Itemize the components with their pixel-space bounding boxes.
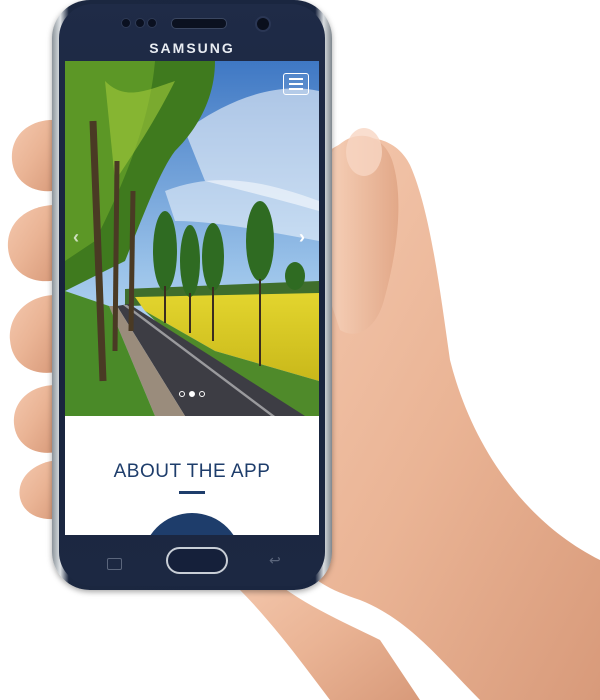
carousel-dot[interactable]	[179, 391, 185, 397]
light-sensor	[135, 18, 145, 28]
menu-line	[289, 83, 303, 85]
landscape-image	[65, 61, 319, 416]
section-title: ABOUT THE APP	[113, 461, 271, 482]
menu-line	[289, 88, 303, 90]
carousel-next-arrow[interactable]: ›	[299, 227, 305, 248]
phone-body: SAMSUNG ‹ › ABOUT THE APP ↩	[59, 4, 325, 586]
home-button[interactable]	[166, 547, 228, 574]
sensor-dot	[147, 18, 157, 28]
brand-logo: SAMSUNG	[149, 40, 235, 56]
back-key[interactable]: ↩	[269, 552, 281, 569]
hero-carousel[interactable]: ‹ ›	[65, 61, 319, 416]
circle-decoration	[142, 513, 242, 535]
carousel-dot[interactable]	[199, 391, 205, 397]
recent-apps-key[interactable]	[107, 558, 122, 570]
app-screen: ‹ › ABOUT THE APP	[65, 61, 319, 535]
carousel-dot-active[interactable]	[189, 391, 195, 397]
earpiece-speaker	[171, 18, 227, 29]
carousel-prev-arrow[interactable]: ‹	[73, 227, 79, 248]
proximity-sensor	[121, 18, 131, 28]
title-underline	[179, 491, 205, 494]
carousel-indicators	[65, 391, 319, 397]
front-camera	[255, 16, 271, 32]
phone-frame: SAMSUNG ‹ › ABOUT THE APP ↩	[52, 0, 332, 590]
menu-line	[289, 78, 303, 80]
menu-button[interactable]	[283, 73, 309, 95]
